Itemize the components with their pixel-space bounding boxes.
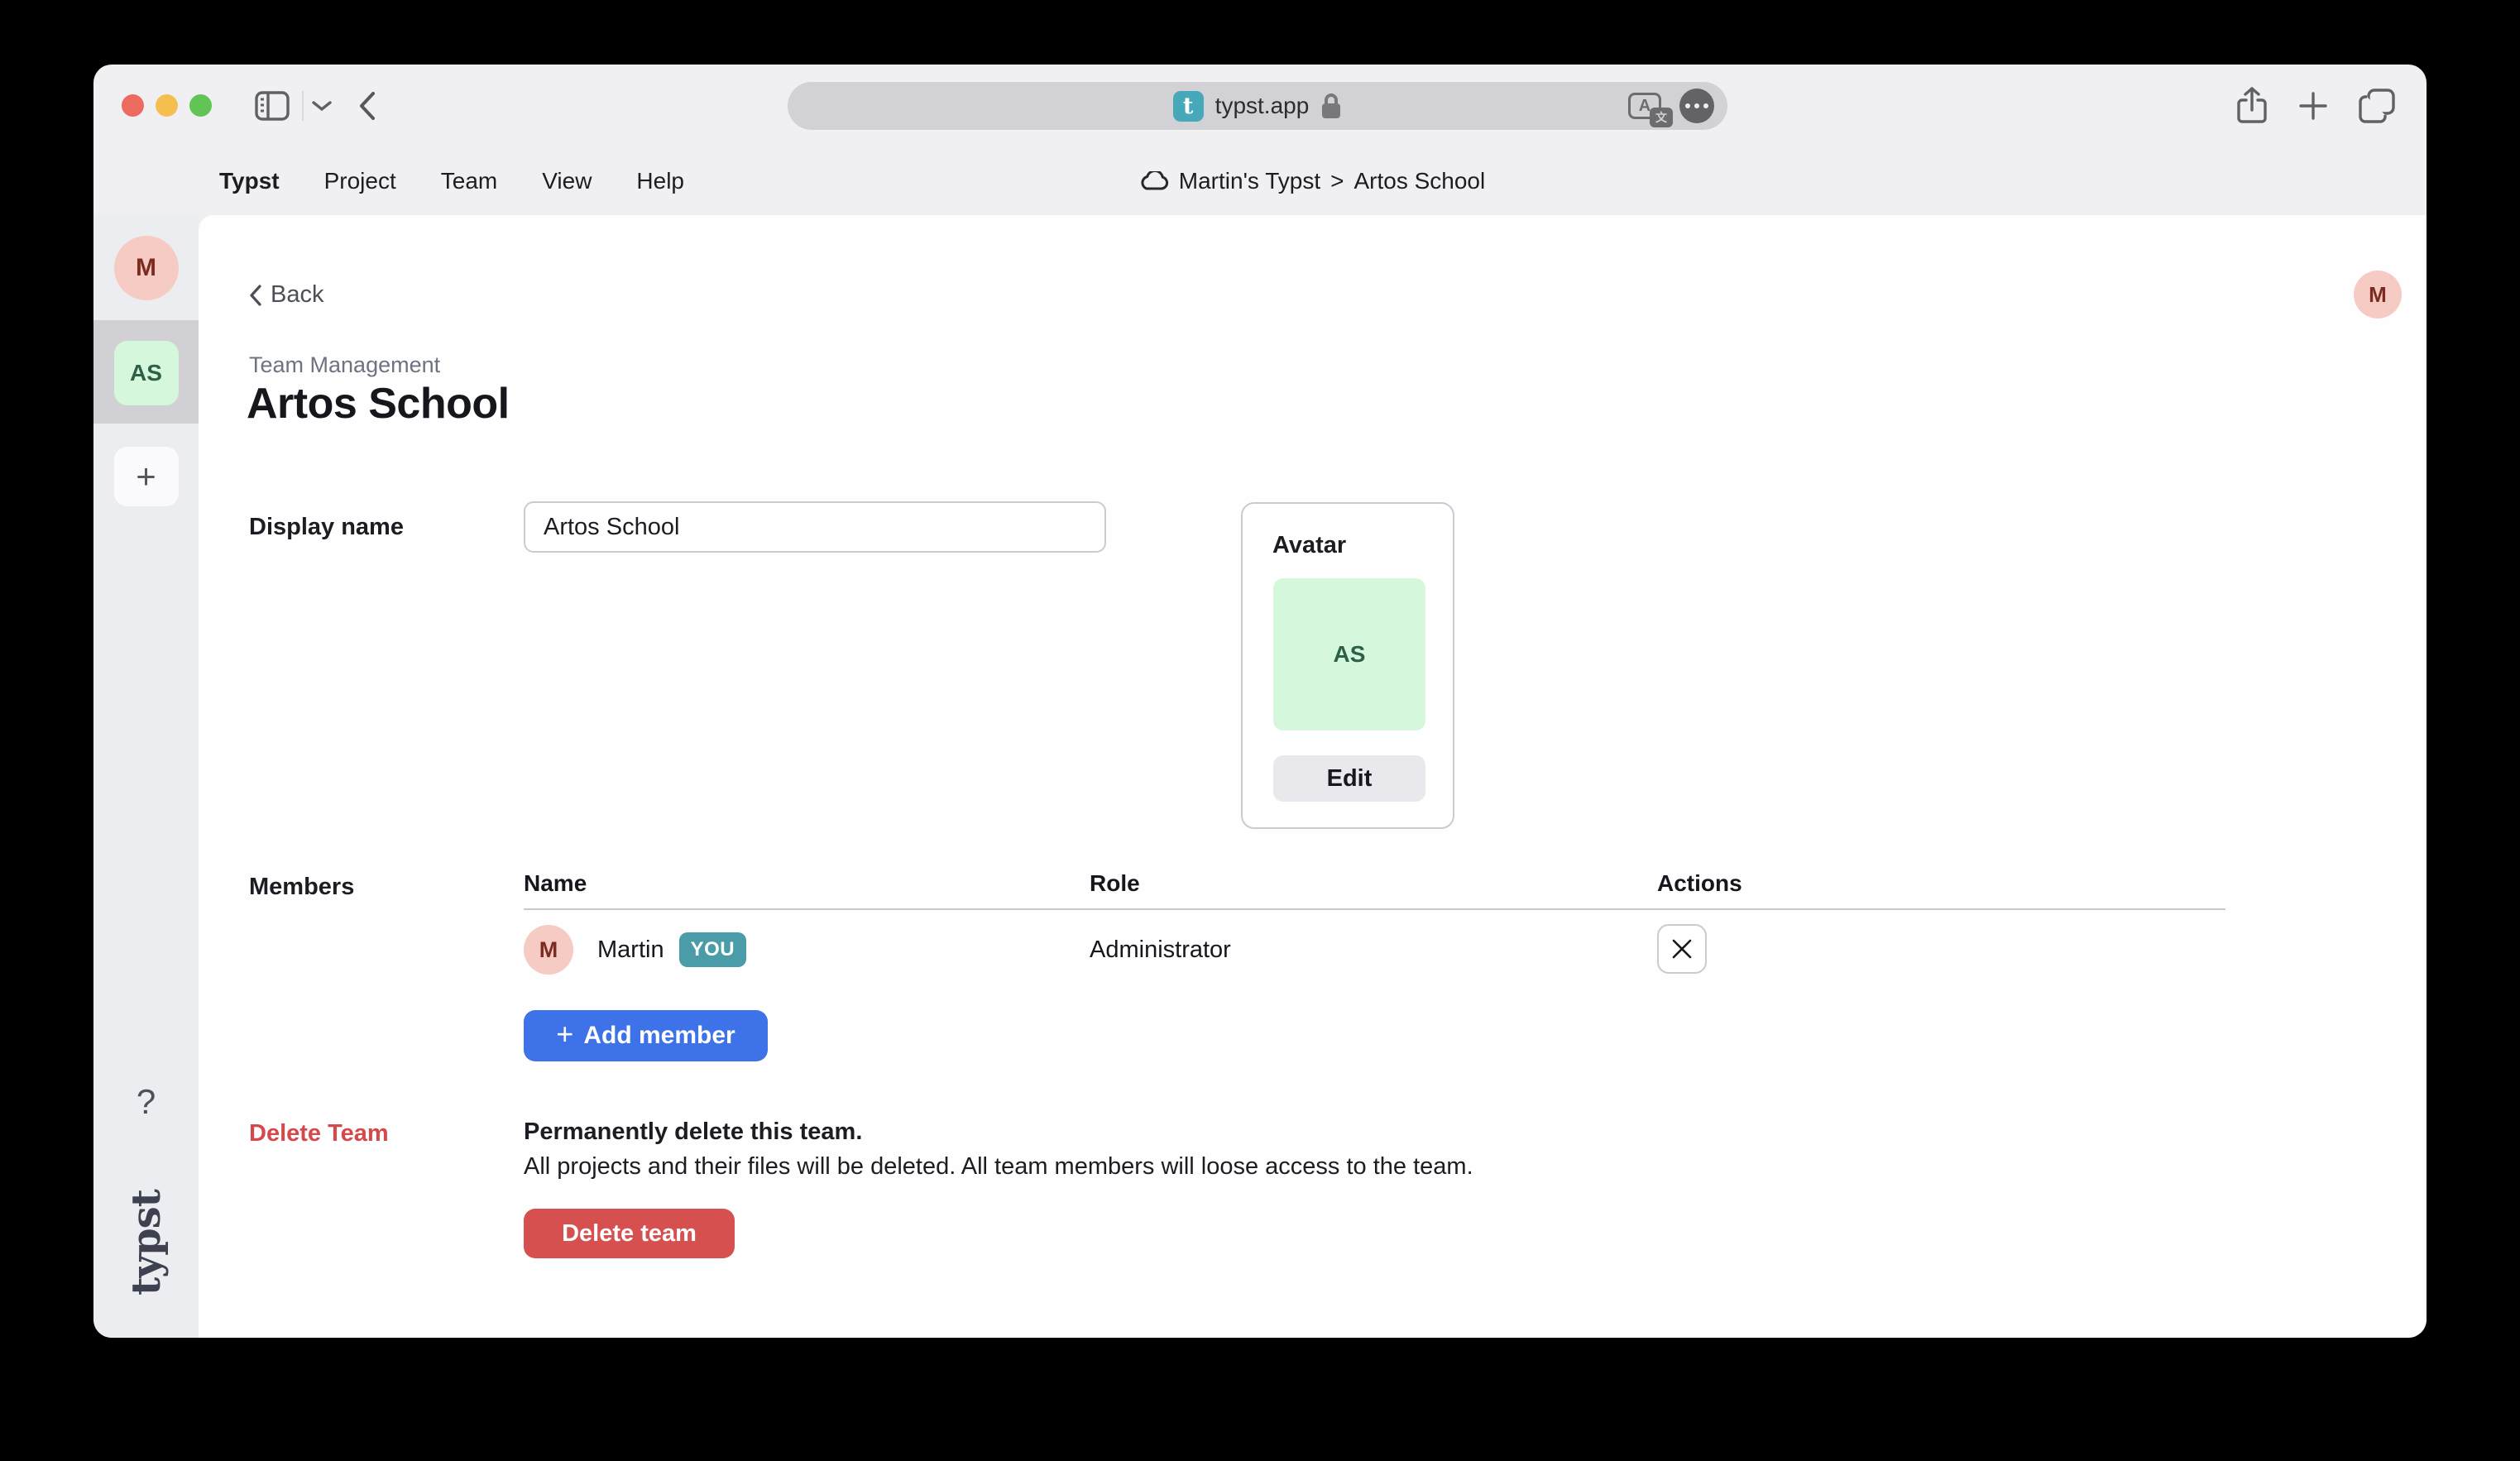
column-header-actions: Actions <box>1657 870 1742 897</box>
menu-team[interactable]: Team <box>441 168 497 194</box>
plus-icon: + <box>556 1019 573 1049</box>
breadcrumb: Martin's Typst > Artos School <box>1139 168 1485 194</box>
page-title: Artos School <box>247 379 510 429</box>
close-icon <box>1671 938 1693 960</box>
zoom-window-button[interactable] <box>189 94 212 117</box>
plus-icon: + <box>136 457 156 496</box>
menu-project[interactable]: Project <box>324 168 396 194</box>
back-label: Back <box>271 281 323 309</box>
toolbar-divider <box>302 91 304 121</box>
address-bar[interactable]: t typst.app A 文 <box>788 82 1727 130</box>
workspace-sidebar: M AS + ? typst <box>93 215 199 1338</box>
delete-team-headline: Permanently delete this team. <box>524 1119 862 1146</box>
delete-team-button[interactable]: Delete team <box>524 1209 735 1258</box>
page-options-icon[interactable] <box>1679 89 1714 123</box>
translate-icon[interactable]: A 文 <box>1628 93 1661 119</box>
team-avatar-preview: AS <box>1273 578 1425 730</box>
section-eyebrow: Team Management <box>249 352 440 378</box>
member-row: M Martin YOU <box>524 924 746 975</box>
tab-overview-icon[interactable] <box>2359 89 2395 123</box>
chevron-left-icon <box>249 285 262 306</box>
breadcrumb-separator: > <box>1330 168 1344 194</box>
member-role: Administrator <box>1090 936 1231 964</box>
menu-typst[interactable]: Typst <box>219 168 280 194</box>
menu-view[interactable]: View <box>542 168 592 194</box>
chevron-down-icon[interactable] <box>312 100 332 112</box>
site-favicon: t <box>1173 91 1204 122</box>
column-header-role: Role <box>1090 870 1140 897</box>
display-name-label: Display name <box>249 514 404 541</box>
member-avatar: M <box>524 925 573 975</box>
add-member-button[interactable]: + Add member <box>524 1010 768 1061</box>
edit-avatar-button[interactable]: Edit <box>1273 755 1425 802</box>
sidebar-add-team-button[interactable]: + <box>114 447 179 506</box>
sidebar-user-avatar[interactable]: M <box>114 236 179 300</box>
avatar-card: Avatar AS Edit <box>1241 502 1454 829</box>
breadcrumb-workspace[interactable]: Martin's Typst <box>1179 168 1320 194</box>
back-button[interactable]: Back <box>249 281 323 309</box>
members-label: Members <box>249 874 354 901</box>
lock-icon <box>1320 92 1342 120</box>
you-badge: YOU <box>679 932 747 967</box>
close-window-button[interactable] <box>122 94 144 117</box>
delete-team-description: All projects and their files will be del… <box>524 1153 1473 1181</box>
share-icon[interactable] <box>2236 87 2268 125</box>
typst-logo: typst <box>123 1190 170 1296</box>
minimize-window-button[interactable] <box>156 94 178 117</box>
browser-toolbar: t typst.app A 文 <box>93 65 2427 147</box>
column-header-name: Name <box>524 870 587 897</box>
back-navigation-icon[interactable] <box>358 91 376 121</box>
app-menubar: Typst Project Team View Help Martin's Ty… <box>93 147 2427 215</box>
url-text: typst.app <box>1215 93 1310 119</box>
avatar-card-title: Avatar <box>1272 532 1346 559</box>
delete-team-label: Delete Team <box>249 1120 389 1147</box>
help-icon[interactable]: ? <box>137 1082 156 1122</box>
cloud-icon <box>1139 171 1169 191</box>
sidebar-toggle-icon[interactable] <box>255 91 290 121</box>
team-management-page: Back M Team Management Artos School Disp… <box>199 215 2427 1338</box>
breadcrumb-current: Artos School <box>1353 168 1485 194</box>
menu-help[interactable]: Help <box>636 168 684 194</box>
sidebar-team-avatar[interactable]: AS <box>114 341 179 405</box>
browser-window: t typst.app A 文 <box>93 65 2427 1338</box>
user-avatar[interactable]: M <box>2354 271 2402 319</box>
member-name: Martin <box>597 936 664 964</box>
remove-member-button[interactable] <box>1657 924 1707 974</box>
display-name-input[interactable] <box>524 501 1106 553</box>
traffic-lights <box>122 94 212 117</box>
new-tab-icon[interactable] <box>2297 90 2329 122</box>
add-member-label: Add member <box>583 1022 735 1050</box>
table-header-divider <box>524 908 2225 910</box>
